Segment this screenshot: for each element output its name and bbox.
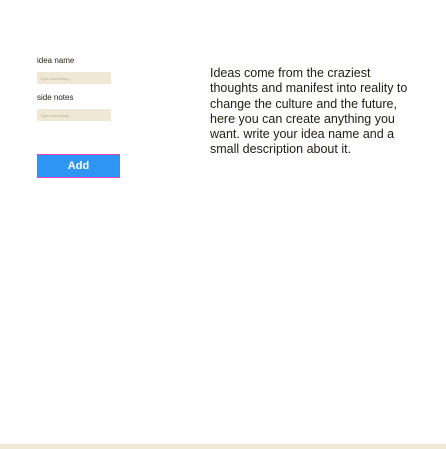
idea-name-label: idea name	[37, 56, 75, 65]
description-text: Ideas come from the craziest thoughts an…	[210, 66, 408, 157]
side-notes-input[interactable]	[37, 109, 111, 121]
footer-strip	[0, 444, 446, 449]
side-notes-label: side notes	[37, 93, 74, 102]
add-button[interactable]: Add	[37, 154, 120, 178]
idea-form: idea name side notes	[37, 56, 127, 121]
idea-name-input[interactable]	[37, 72, 111, 84]
